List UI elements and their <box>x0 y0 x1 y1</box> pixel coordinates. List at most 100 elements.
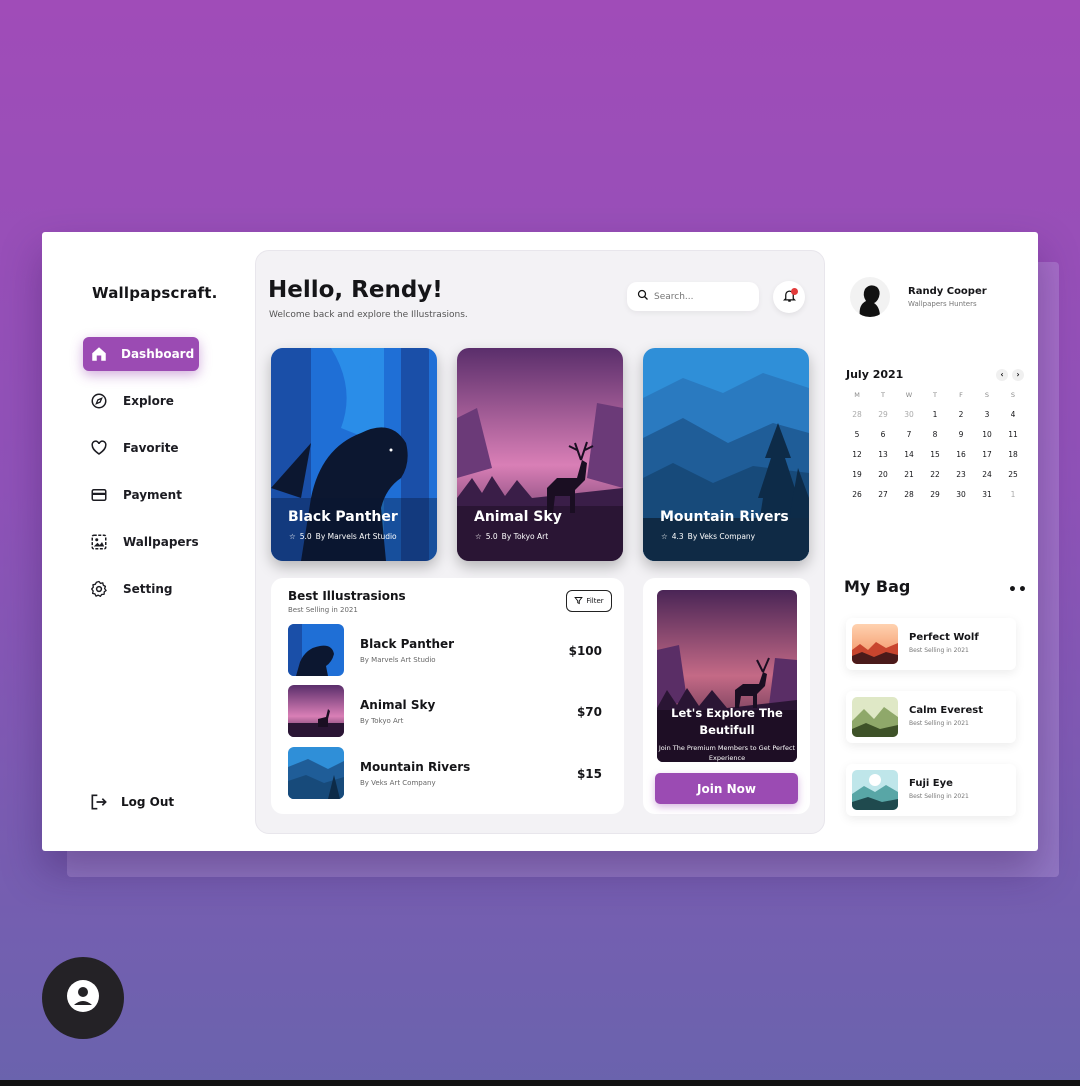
calendar-grid: M T W T F S S 28 29 30 1 2 3 4 5 6 7 8 9 10 11 12 13 14 15 16 17 18… <box>844 391 1024 499</box>
calendar-day[interactable]: 6 <box>870 430 896 439</box>
calendar-day[interactable]: 31 <box>974 490 1000 499</box>
calendar-day[interactable]: 5 <box>844 430 870 439</box>
promo-title: Let's Explore The Beutifull <box>671 706 783 737</box>
calendar-day[interactable]: 19 <box>844 470 870 479</box>
deer-illustration <box>457 348 623 561</box>
calendar-day[interactable]: 28 <box>896 490 922 499</box>
promo-subtitle: Join The Premium Members to Get Perfect … <box>658 744 796 762</box>
calendar-day[interactable]: 21 <box>896 470 922 479</box>
item-price: $15 <box>576 767 602 781</box>
calendar-day[interactable]: 26 <box>844 490 870 499</box>
calendar-day[interactable]: 4 <box>1000 410 1026 419</box>
calendar-day[interactable]: 14 <box>896 450 922 459</box>
user-name: Randy Cooper <box>908 286 987 297</box>
item-author: By Veks Art Company <box>360 779 436 787</box>
calendar-day[interactable]: 9 <box>948 430 974 439</box>
promo-image: Let's Explore The Beutifull Join The Pre… <box>657 590 797 762</box>
user-profile[interactable]: Randy Cooper Wallpapers Hunters <box>850 277 987 317</box>
card-rating: 4.3 <box>671 532 684 541</box>
logout-button[interactable]: Log Out <box>89 792 174 812</box>
sidebar-item-label: Dashboard <box>121 347 195 361</box>
card-rating: 5.0 <box>485 532 498 541</box>
card-author: By Veks Company <box>687 532 756 541</box>
sidebar-item-wallpapers[interactable]: Wallpapers <box>83 525 243 559</box>
calendar-day[interactable]: 11 <box>1000 430 1026 439</box>
calendar-day[interactable]: 23 <box>948 470 974 479</box>
featured-card-mountain-rivers[interactable]: Mountain Rivers ☆ 4.3 By Veks Company <box>643 348 809 561</box>
sidebar-item-explore[interactable]: Explore <box>83 384 243 418</box>
card-author: By Tokyo Art <box>501 532 549 541</box>
bag-item-sub: Best Selling in 2021 <box>909 793 969 800</box>
sidebar-item-setting[interactable]: Setting <box>83 572 243 606</box>
section-subtitle: Best Selling in 2021 <box>288 606 358 614</box>
calendar-day[interactable]: 25 <box>1000 470 1026 479</box>
calendar-day[interactable]: 24 <box>974 470 1000 479</box>
sidebar-item-dashboard[interactable]: Dashboard <box>83 337 199 371</box>
calendar-day[interactable]: 1 <box>922 410 948 419</box>
calendar-day[interactable]: 16 <box>948 450 974 459</box>
calendar-day[interactable]: 3 <box>974 410 1000 419</box>
bag-item-sub: Best Selling in 2021 <box>909 720 969 727</box>
bag-more-button[interactable]: •• <box>1008 582 1028 598</box>
calendar-day[interactable]: 27 <box>870 490 896 499</box>
section-title: Best Illustrasions <box>288 589 406 603</box>
item-name: Animal Sky <box>360 698 436 712</box>
bag-item[interactable]: Fuji Eye Best Selling in 2021 <box>846 764 1016 816</box>
calendar-day[interactable]: 22 <box>922 470 948 479</box>
card-meta: ☆ 4.3 By Veks Company <box>661 532 755 541</box>
gear-icon <box>89 579 109 599</box>
list-item[interactable]: Mountain Rivers By Veks Art Company $15 <box>288 747 608 799</box>
sidebar-item-payment[interactable]: Payment <box>83 478 243 512</box>
calendar-day[interactable]: 20 <box>870 470 896 479</box>
premium-promo-card: Let's Explore The Beutifull Join The Pre… <box>643 578 810 814</box>
list-item[interactable]: Animal Sky By Tokyo Art $70 <box>288 685 608 737</box>
calendar-day[interactable]: 8 <box>922 430 948 439</box>
calendar-day[interactable]: 7 <box>896 430 922 439</box>
featured-card-animal-sky[interactable]: Animal Sky ☆ 5.0 By Tokyo Art <box>457 348 623 561</box>
search-input[interactable] <box>654 291 744 302</box>
list-item[interactable]: Black Panther By Marvels Art Studio $100 <box>288 624 608 676</box>
calendar-day[interactable]: 18 <box>1000 450 1026 459</box>
user-icon <box>65 978 101 1018</box>
card-title: Mountain Rivers <box>660 509 789 525</box>
best-illustrations-panel: Best Illustrasions Best Selling in 2021 … <box>271 578 624 814</box>
calendar-day[interactable]: 30 <box>896 410 922 419</box>
filter-button[interactable]: Filter <box>566 590 612 612</box>
thumbnail <box>288 624 344 676</box>
sidebar-item-favorite[interactable]: Favorite <box>83 431 243 465</box>
calendar-day[interactable]: 1 <box>1000 490 1026 499</box>
search-box[interactable] <box>627 282 759 311</box>
calendar-day-name: F <box>959 391 963 399</box>
calendar-day[interactable]: 13 <box>870 450 896 459</box>
calendar-day-name: T <box>933 391 937 399</box>
thumbnail <box>852 624 898 664</box>
avatar <box>850 277 890 317</box>
calendar-prev-button[interactable]: ‹ <box>996 368 1008 381</box>
sidebar-item-label: Wallpapers <box>123 535 199 549</box>
notification-button[interactable] <box>773 281 805 313</box>
calendar-day-name: T <box>881 391 885 399</box>
calendar-day[interactable]: 30 <box>948 490 974 499</box>
heart-icon <box>89 438 109 458</box>
calendar-day-name: W <box>905 391 913 399</box>
calendar-day[interactable]: 29 <box>870 410 896 419</box>
logout-label: Log Out <box>121 795 175 809</box>
calendar-day[interactable]: 15 <box>922 450 948 459</box>
calendar-day[interactable]: 10 <box>974 430 1000 439</box>
card-meta: ☆ 5.0 By Tokyo Art <box>475 532 548 541</box>
panther-illustration <box>271 348 437 561</box>
join-now-button[interactable]: Join Now <box>655 773 798 804</box>
calendar-day[interactable]: 2 <box>948 410 974 419</box>
bag-item[interactable]: Perfect Wolf Best Selling in 2021 <box>846 618 1016 670</box>
card-author: By Marvels Art Studio <box>315 532 397 541</box>
bag-item[interactable]: Calm Everest Best Selling in 2021 <box>846 691 1016 743</box>
calendar-day[interactable]: 28 <box>844 410 870 419</box>
calendar-next-button[interactable]: › <box>1012 368 1024 381</box>
calendar-day[interactable]: 17 <box>974 450 1000 459</box>
calendar-day[interactable]: 29 <box>922 490 948 499</box>
account-fab-button[interactable] <box>42 957 124 1039</box>
item-price: $100 <box>568 644 602 658</box>
calendar-day[interactable]: 12 <box>844 450 870 459</box>
sidebar-item-label: Favorite <box>123 441 179 455</box>
featured-card-black-panther[interactable]: Black Panther ☆ 5.0 By Marvels Art Studi… <box>271 348 437 561</box>
